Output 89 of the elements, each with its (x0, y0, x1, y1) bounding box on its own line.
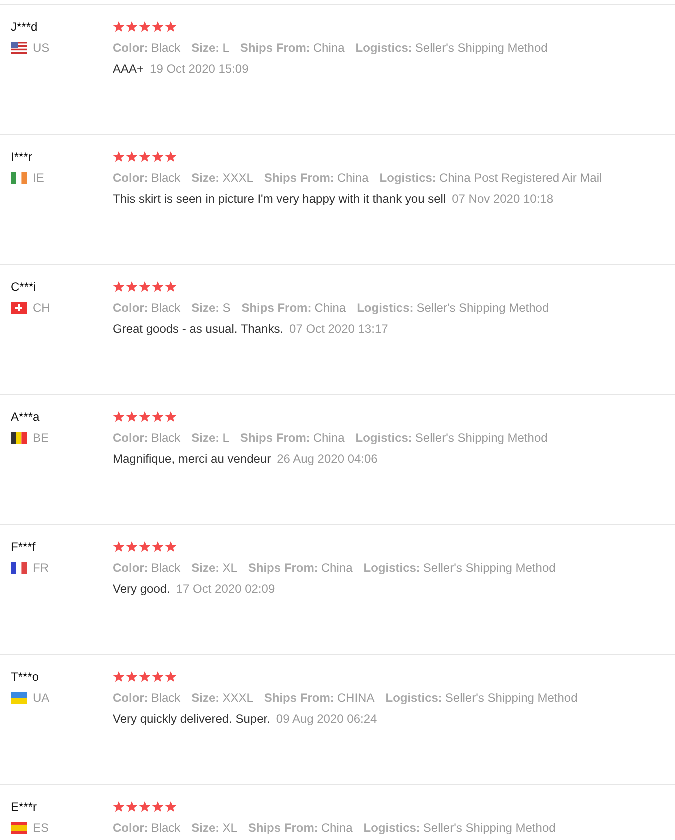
country-code: UA (33, 690, 50, 704)
attribute-label: Color: (113, 40, 148, 54)
attribute-value: China (321, 560, 353, 574)
reviewer-name: F***f (11, 539, 37, 556)
attribute-value: CHINA (337, 690, 375, 704)
attribute-label: Size: (192, 690, 220, 704)
review-date: 07 Nov 2020 10:18 (452, 192, 554, 206)
attribute-value: China (321, 820, 353, 834)
attribute-value: XXXL (222, 690, 254, 704)
flag-icon (11, 822, 27, 834)
attribute-label: Size: (192, 560, 220, 574)
attribute-label: Color: (113, 820, 148, 834)
attribute-value: Seller's Shipping Method (415, 430, 548, 444)
attribute-value: L (222, 40, 230, 54)
attribute-label: Size: (192, 820, 220, 834)
attribute-value: Black (151, 300, 181, 314)
attribute-label: Logistics: (380, 170, 436, 184)
attribute-value: China (313, 430, 345, 444)
attribute-label: Ships From: (248, 820, 318, 834)
reviewer-name: J***d (11, 19, 39, 36)
attribute-label: Logistics: (356, 40, 412, 54)
attribute-value: S (222, 300, 231, 314)
country-code: FR (33, 560, 49, 574)
review-text: Great goods - as usual. Thanks. (113, 322, 284, 336)
country-code: ES (33, 820, 50, 834)
flag-icon (11, 432, 27, 444)
attribute-label: Size: (192, 430, 220, 444)
reviewer-name: C***i (11, 279, 38, 296)
attribute-value: XXXL (222, 170, 254, 184)
attribute-label: Color: (113, 300, 148, 314)
attribute-value: China Post Registered Air Mail (439, 170, 602, 184)
flag-icon (11, 172, 27, 184)
attribute-label: Color: (113, 430, 148, 444)
review-text: Magnifique, merci au vendeur (113, 452, 272, 466)
attribute-label: Size: (192, 40, 220, 54)
review-text: Very quickly delivered. Super. (113, 712, 270, 726)
attribute-label: Size: (192, 300, 220, 314)
attribute-label: Ships From: (264, 690, 334, 704)
review-date: 09 Aug 2020 06:24 (276, 712, 378, 726)
review-date: 26 Aug 2020 04:06 (277, 452, 378, 466)
attribute-value: Black (151, 560, 181, 574)
country-code: CH (33, 300, 50, 314)
reviewer-name: I***r (11, 149, 34, 166)
attribute-label: Color: (113, 170, 148, 184)
attribute-label: Logistics: (364, 560, 420, 574)
attribute-label: Ships From: (240, 40, 310, 54)
attribute-value: L (222, 430, 230, 444)
reviewer-name: T***o (11, 669, 40, 686)
attribute-value: Seller's Shipping Method (423, 560, 556, 574)
attribute-value: Black (151, 820, 181, 834)
attribute-label: Logistics: (357, 300, 414, 314)
country-code: US (33, 40, 50, 54)
country-code: BE (33, 430, 50, 444)
flag-icon (11, 692, 27, 704)
attribute-value: XL (222, 820, 238, 834)
attribute-value: Black (151, 170, 181, 184)
attribute-label: Ships From: (242, 300, 312, 314)
review-text: Very good. (113, 582, 170, 596)
flag-icon (11, 562, 27, 574)
review-text: This skirt is seen in picture I'm very happy with it thank you sell (113, 192, 446, 206)
attribute-value: China (313, 40, 345, 54)
attribute-value: Black (151, 430, 181, 444)
flag-icon (11, 302, 27, 314)
attribute-value: Black (151, 40, 181, 54)
flag-icon (11, 42, 27, 54)
attribute-value: Seller's Shipping Method (416, 300, 550, 314)
attribute-label: Logistics: (356, 430, 412, 444)
review-date: 19 Oct 2020 15:09 (150, 62, 249, 76)
attribute-label: Ships From: (264, 170, 334, 184)
attribute-label: Logistics: (364, 820, 420, 834)
attribute-value: Seller's Shipping Method (415, 40, 548, 54)
attribute-value: Black (151, 690, 181, 704)
attribute-value: China (337, 170, 369, 184)
attribute-value: Seller's Shipping Method (445, 690, 578, 704)
attribute-label: Color: (113, 560, 148, 574)
attribute-value: XL (222, 560, 238, 574)
review-date: 17 Oct 2020 02:09 (176, 582, 276, 596)
attribute-label: Logistics: (386, 690, 442, 704)
reviewer-name: A***a (11, 409, 41, 426)
review-text: AAA+ (113, 62, 144, 76)
attribute-label: Ships From: (248, 560, 318, 574)
attribute-label: Ships From: (240, 430, 310, 444)
attribute-label: Size: (192, 170, 220, 184)
attribute-value: Seller's Shipping Method (423, 820, 556, 834)
reviewer-name: E***r (11, 799, 38, 816)
attribute-label: Color: (113, 690, 148, 704)
review-date: 07 Oct 2020 13:17 (290, 322, 388, 336)
country-code: IE (33, 170, 44, 184)
attribute-value: China (314, 300, 346, 314)
